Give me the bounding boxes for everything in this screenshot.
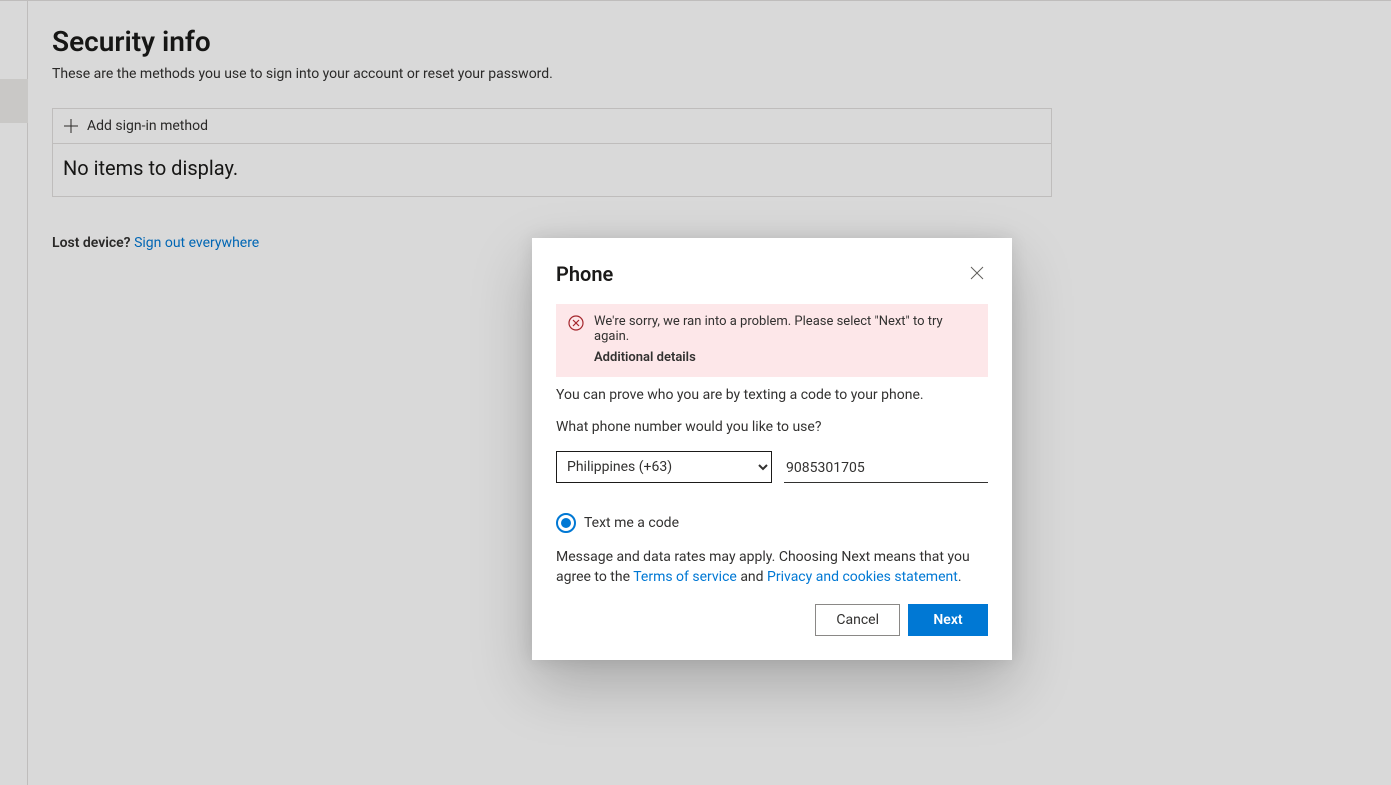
legal-suffix: .: [958, 569, 962, 585]
error-icon: [568, 315, 584, 331]
phone-entry-row: Philippines (+63): [556, 451, 988, 483]
country-code-select[interactable]: Philippines (+63): [556, 451, 772, 483]
text-me-code-radio[interactable]: Text me a code: [556, 513, 988, 533]
dialog-body: You can prove who you are by texting a c…: [556, 387, 988, 636]
dialog-prompt: What phone number would you like to use?: [556, 419, 988, 435]
next-button[interactable]: Next: [908, 604, 988, 636]
terms-of-service-link[interactable]: Terms of service: [633, 569, 737, 585]
text-me-code-label: Text me a code: [584, 515, 679, 531]
dialog-actions: Cancel Next: [556, 604, 988, 636]
dialog-instruction: You can prove who you are by texting a c…: [556, 387, 988, 403]
error-details-toggle[interactable]: Additional details: [594, 350, 976, 365]
legal-connector: and: [737, 569, 767, 585]
close-icon: [970, 266, 984, 280]
error-text-block: We're sorry, we ran into a problem. Plea…: [594, 314, 976, 365]
radio-selected-icon: [556, 513, 576, 533]
phone-number-input[interactable]: [784, 454, 988, 483]
error-banner: We're sorry, we ran into a problem. Plea…: [556, 304, 988, 377]
cancel-button[interactable]: Cancel: [815, 604, 900, 636]
close-button[interactable]: [966, 262, 988, 284]
privacy-statement-link[interactable]: Privacy and cookies statement: [767, 569, 958, 585]
legal-text: Message and data rates may apply. Choosi…: [556, 547, 988, 588]
dialog-header: Phone: [556, 262, 988, 286]
phone-dialog: Phone We're sorry, we ran into a problem…: [532, 238, 1012, 660]
error-message: We're sorry, we ran into a problem. Plea…: [594, 314, 943, 344]
dialog-title: Phone: [556, 262, 613, 286]
